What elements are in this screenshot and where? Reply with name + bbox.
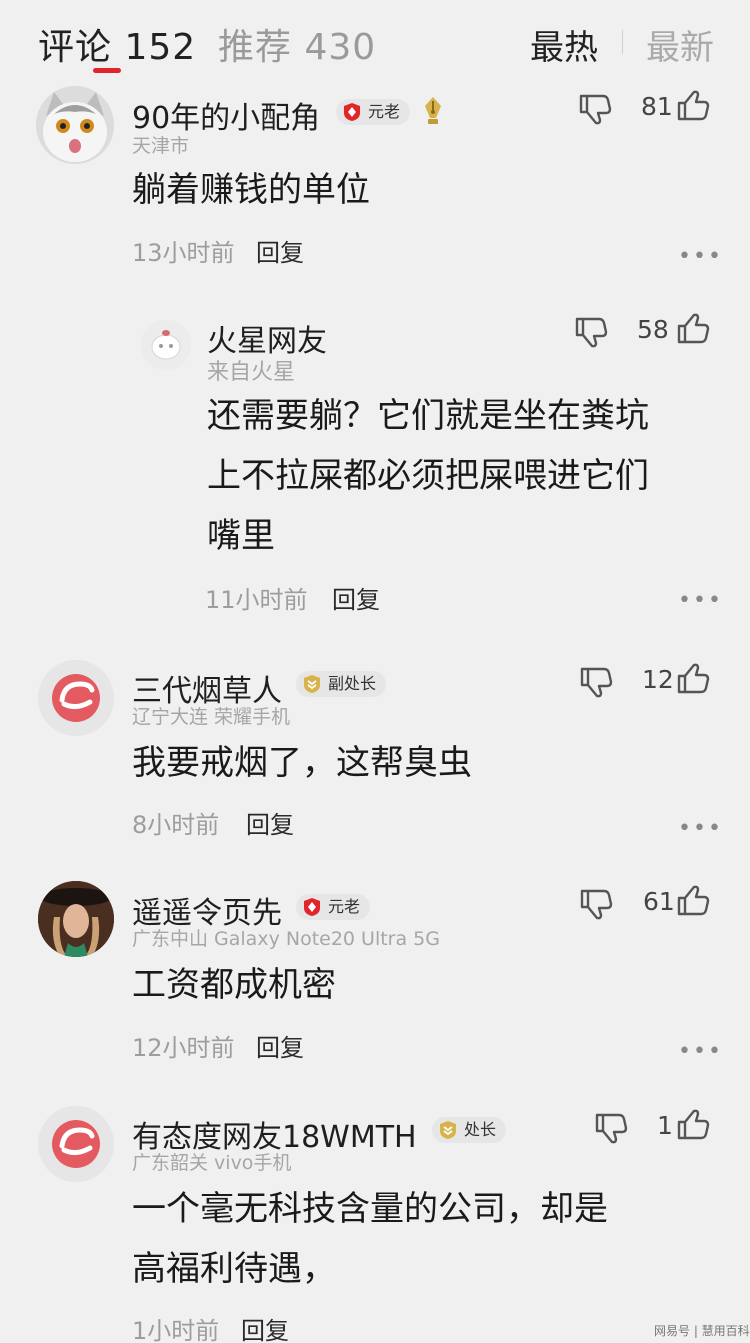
badge-label: 副处长 [328, 674, 377, 693]
reply-button[interactable]: 回复 [246, 805, 294, 840]
comment-line: 工资都成机密 [132, 965, 336, 1005]
badge-label: 元老 [328, 897, 361, 916]
location: 辽宁大连 荣耀手机 [132, 706, 291, 728]
comment-page: 评论 152 推荐 430 最热 最新 90年的小配角 元老 天津市 躺着赚钱的… [0, 0, 750, 1343]
tab-recommend[interactable]: 推荐 430 [218, 18, 376, 70]
user-badge: 副处长 [296, 671, 387, 697]
user-badge: 处长 [432, 1117, 507, 1143]
more-icon[interactable]: ••• [678, 1041, 723, 1063]
badge-label: 元老 [368, 102, 401, 121]
avatar[interactable] [38, 1106, 114, 1182]
more-icon[interactable]: ••• [678, 590, 723, 612]
user-badge: 元老 [336, 99, 411, 125]
rank-badge-icon [440, 1121, 456, 1139]
pen-medal-icon [425, 97, 441, 124]
tab-comments[interactable]: 评论 152 [38, 18, 196, 70]
portrait-avatar-icon [38, 881, 114, 957]
comment-line: 嘴里 [207, 516, 275, 556]
comment-content[interactable]: 躺着赚钱的单位 [132, 160, 370, 220]
avatar[interactable] [38, 660, 114, 736]
comment-line: 上不拉屎都必须把屎喂进它们 [207, 456, 649, 496]
like-icon[interactable] [676, 1108, 710, 1142]
cat-avatar-icon [36, 86, 114, 164]
comment-line: 高福利待遇， [132, 1249, 336, 1289]
sort-divider [622, 30, 623, 54]
comment-content[interactable]: 我要戒烟了，这帮臭虫 [132, 733, 472, 793]
reply-button[interactable]: 回复 [256, 233, 304, 268]
reply-button[interactable]: 回复 [332, 580, 380, 615]
like-icon[interactable] [676, 312, 710, 346]
reply-button[interactable]: 回复 [241, 1311, 289, 1343]
like-icon[interactable] [676, 662, 710, 696]
comment-content[interactable]: 工资都成机密 [132, 955, 336, 1015]
dislike-icon[interactable] [574, 315, 608, 349]
comment-time: 11小时前 [205, 586, 308, 614]
comment-line: 躺着赚钱的单位 [132, 170, 370, 210]
like-count: 12 [642, 665, 674, 694]
netease-avatar-icon [38, 660, 114, 736]
avatar[interactable] [38, 881, 114, 957]
badge-label: 处长 [464, 1120, 497, 1139]
default-avatar-icon [141, 320, 191, 370]
more-icon[interactable]: ••• [678, 818, 723, 840]
comment-time: 1小时前 [132, 1317, 220, 1343]
location: 来自火星 [207, 360, 296, 385]
more-icon[interactable]: ••• [678, 246, 723, 268]
veteran-badge-icon [304, 898, 320, 916]
sort-new-button[interactable]: 最新 [646, 20, 714, 69]
active-tab-indicator [93, 68, 121, 73]
like-icon[interactable] [676, 89, 710, 123]
reply-button[interactable]: 回复 [256, 1028, 304, 1063]
avatar[interactable] [141, 320, 191, 370]
dislike-icon[interactable] [594, 1111, 628, 1145]
avatar[interactable] [36, 86, 114, 164]
comment-line: 还需要躺？它们就是坐在粪坑 [207, 396, 649, 436]
comment-content[interactable]: 还需要躺？它们就是坐在粪坑 上不拉屎都必须把屎喂进它们 嘴里 [207, 386, 649, 566]
dislike-icon[interactable] [579, 887, 613, 921]
like-count: 61 [643, 887, 675, 916]
comment-line: 我要戒烟了，这帮臭虫 [132, 743, 472, 783]
like-count: 81 [641, 92, 673, 121]
comment-time: 8小时前 [132, 811, 220, 839]
comment-time: 12小时前 [132, 1034, 235, 1062]
like-count: 58 [637, 315, 669, 344]
comment-time: 13小时前 [132, 239, 235, 267]
comment-line: 一个毫无科技含量的公司，却是 [132, 1189, 608, 1229]
user-badge: 元老 [296, 894, 371, 920]
comment-header: 评论 152 推荐 430 最热 最新 [0, 0, 750, 80]
dislike-icon[interactable] [578, 92, 612, 126]
dislike-icon[interactable] [579, 665, 613, 699]
rank-badge-icon [304, 675, 320, 693]
veteran-badge-icon [344, 103, 360, 121]
location: 广东中山 Galaxy Note20 Ultra 5G [132, 928, 440, 950]
like-count: 1 [657, 1111, 673, 1140]
sort-hot-button[interactable]: 最热 [530, 20, 598, 69]
location: 天津市 [132, 135, 190, 157]
watermark: 网易号 | 慧用百科 [654, 1324, 750, 1338]
like-icon[interactable] [676, 884, 710, 918]
location: 广东韶关 vivo手机 [132, 1152, 292, 1174]
comment-content[interactable]: 一个毫无科技含量的公司，却是 高福利待遇， [132, 1179, 608, 1299]
netease-avatar-icon [38, 1106, 114, 1182]
